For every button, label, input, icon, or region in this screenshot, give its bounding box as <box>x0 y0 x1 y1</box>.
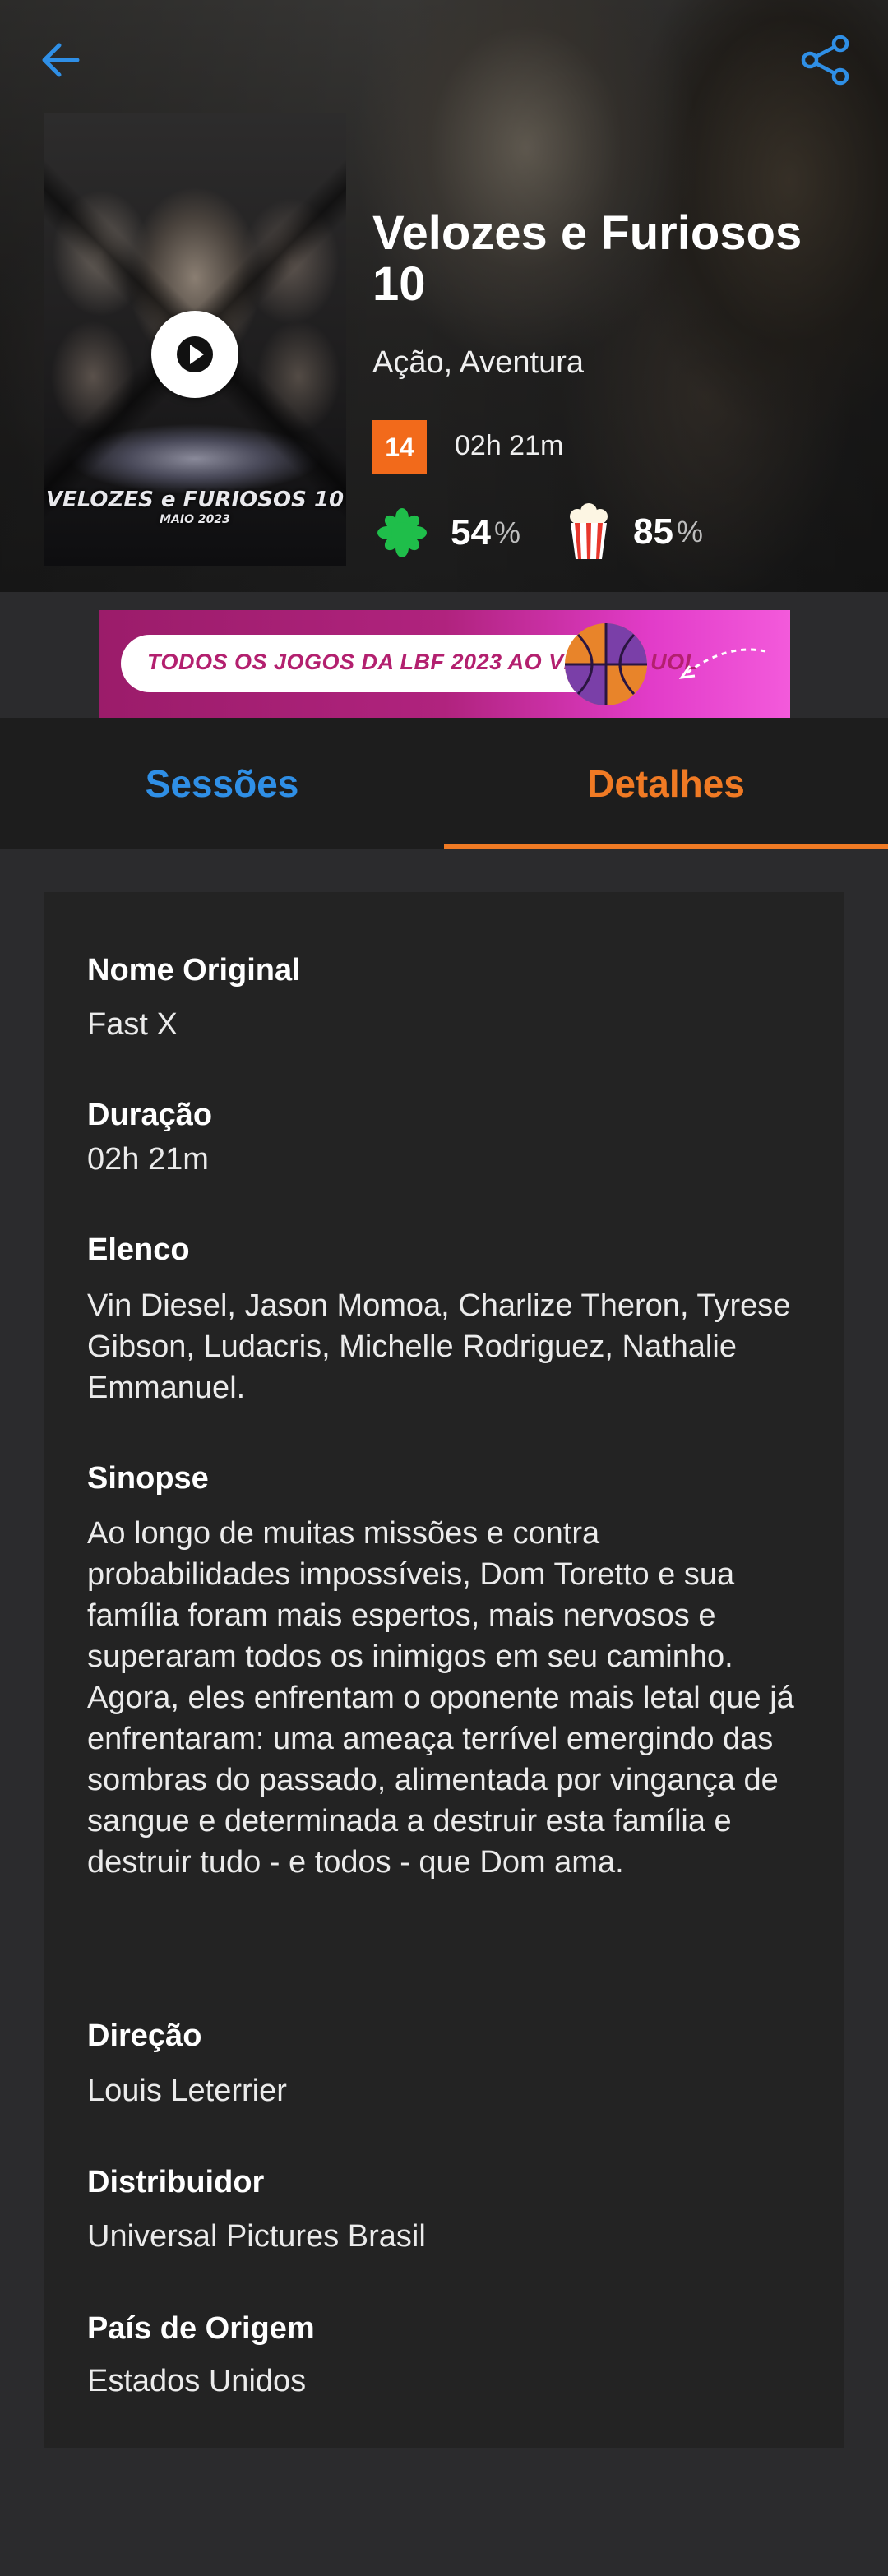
director-label: Direção <box>87 2019 202 2053</box>
poster-title: VELOZES e FURIOSOS 10 MAIO 2023 <box>44 488 346 526</box>
back-button[interactable] <box>31 31 89 89</box>
original-name-value: Fast X <box>87 1007 178 1042</box>
movie-duration: 02h 21m <box>455 430 564 461</box>
details-card: Nome Original Fast X Duração 02h 21m Ele… <box>44 892 844 2448</box>
movie-poster[interactable]: VELOZES e FURIOSOS 10 MAIO 2023 <box>44 113 346 566</box>
age-rating-badge: 14 <box>372 420 427 474</box>
movie-genres: Ação, Aventura <box>372 345 585 380</box>
duration-label: Duração <box>87 1098 213 1132</box>
duration-value: 02h 21m <box>87 1142 209 1177</box>
critics-score-value: 54 <box>451 512 491 553</box>
ad-banner[interactable]: TODOS OS JOGOS DA LBF 2023 AO VIVO NO UO… <box>99 610 790 718</box>
movie-hero: VELOZES e FURIOSOS 10 MAIO 2023 Velozes … <box>0 0 888 592</box>
popcorn-icon <box>570 503 608 559</box>
play-icon <box>177 336 213 372</box>
audience-score-value: 85 <box>633 511 673 552</box>
share-icon <box>801 35 849 86</box>
director-value: Louis Leterrier <box>87 2074 287 2108</box>
distributor-value: Universal Pictures Brasil <box>87 2219 426 2254</box>
splat-icon <box>377 508 427 557</box>
distributor-label: Distribuidor <box>87 2165 265 2199</box>
synopsis-label: Sinopse <box>87 1461 209 1496</box>
cast-label: Elenco <box>87 1233 190 1267</box>
audience-score-percent: % <box>676 515 703 548</box>
movie-title: Velozes e Furiosos 10 <box>372 206 802 311</box>
country-value: Estados Unidos <box>87 2364 307 2398</box>
cast-value: Vin Diesel, Jason Momoa, Charlize Theron… <box>87 1288 791 1405</box>
synopsis-value: Ao longo de muitas missões e contra prob… <box>87 1516 794 1880</box>
active-tab-indicator <box>444 844 888 849</box>
poster-date-text: MAIO 2023 <box>160 513 230 526</box>
tab-details[interactable]: Detalhes <box>444 718 888 849</box>
share-button[interactable] <box>798 31 855 89</box>
basketball-icon <box>565 623 647 705</box>
critics-score: 54 % <box>377 507 520 558</box>
poster-title-text: VELOZES e FURIOSOS 10 <box>45 488 345 512</box>
country-label: País de Origem <box>87 2311 315 2346</box>
arrow-decoration-icon <box>678 648 766 679</box>
audience-score: 85 % <box>567 503 703 561</box>
tab-bar: Sessões Detalhes <box>0 718 888 849</box>
original-name-label: Nome Original <box>87 953 301 987</box>
arrow-left-icon <box>42 43 80 77</box>
tab-sessions[interactable]: Sessões <box>0 718 444 849</box>
critics-score-percent: % <box>493 516 520 549</box>
play-trailer-button[interactable] <box>151 311 238 398</box>
